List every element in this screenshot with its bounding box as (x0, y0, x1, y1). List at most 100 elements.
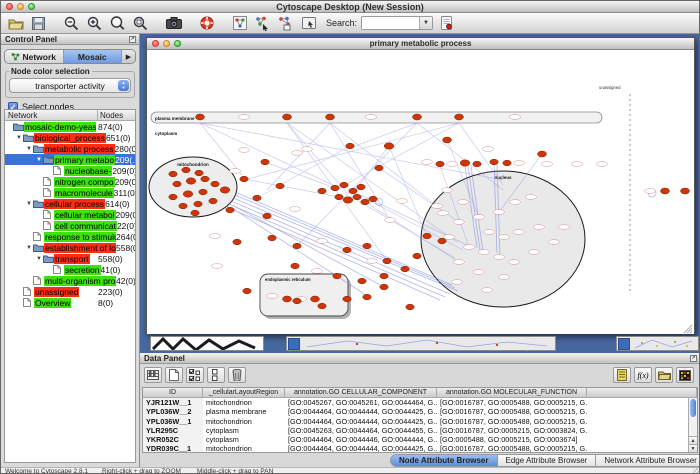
import-attributes-icon[interactable] (655, 367, 673, 383)
table-mode-icon[interactable] (144, 367, 162, 383)
node-color-selection-group: Node color selection transporter activit… (5, 67, 135, 98)
cell-cellular-component: [GO:0045267, GO:0045261, GO:0044464, G..… (285, 398, 437, 407)
open-icon[interactable] (6, 15, 25, 32)
col-molecular-function[interactable]: annotation.GO MOLECULAR_FUNCTION (437, 388, 587, 397)
zoom-button[interactable] (174, 40, 181, 47)
tree-row[interactable]: ▼ biological_process 651(0) (5, 132, 135, 143)
tree-row[interactable]: macromolecule 311(0) (5, 187, 135, 198)
network-view-window[interactable]: primary metabolic process plasma membran… (146, 37, 695, 334)
tree-row[interactable]: ▼ primary metabo 209(... (5, 154, 135, 165)
close-button[interactable] (6, 3, 13, 10)
node-color-dropdown[interactable]: transporter activity ▲▼ (9, 78, 131, 93)
col-cellular-component[interactable]: annotation.GO CELLULAR_COMPONENT (285, 388, 437, 397)
table-row[interactable]: YLR295C cytoplasm [GO:0045263, GO:004446… (143, 426, 697, 435)
tree-row[interactable]: multi-organism pro 42(0) (5, 275, 135, 286)
cell-region: mitochondrion (203, 444, 285, 453)
col-id[interactable]: ID (143, 388, 203, 397)
background-window-overview[interactable] (150, 336, 264, 351)
expand-arrow-icon[interactable]: ▼ (35, 157, 43, 163)
table-row[interactable]: YPL036W__2 plasma membrane [GO:0044464, … (143, 407, 697, 416)
cell-cellular-component: [GO:0044464, GO:0044446, GO:0044444, G..… (285, 435, 437, 444)
tab-network[interactable]: Network (5, 50, 64, 63)
tab-mosaic[interactable]: Mosaic (64, 50, 123, 63)
tab-network-attribute-browser[interactable]: Network Attribute Browser (596, 454, 700, 467)
unselect-attributes-icon[interactable] (207, 367, 225, 383)
float-panel-icon[interactable]: ↗ (690, 355, 697, 362)
delete-attribute-icon[interactable] (228, 367, 246, 383)
attribute-list-icon[interactable] (613, 367, 631, 383)
layout-nodes-icon[interactable] (253, 15, 272, 32)
tab-node-attribute-browser[interactable]: Node Attribute Browser (390, 454, 498, 467)
tree-row[interactable]: cellular metabol 209(0) (5, 209, 135, 220)
tree-row[interactable]: secretion 41(0) (5, 264, 135, 275)
tree-node-icon (43, 254, 54, 263)
scrollbar-thumb[interactable] (690, 399, 696, 417)
select-attributes-icon[interactable] (186, 367, 204, 383)
network-canvas[interactable]: plasma membrane cytoplasm mitochondrion … (147, 50, 694, 334)
zoom-selected-icon[interactable] (131, 15, 150, 32)
tree-row[interactable]: nitrogen compo 209(0) (5, 176, 135, 187)
vizmapper-icon[interactable] (299, 15, 318, 32)
tree-col-nodes[interactable]: Nodes (97, 110, 135, 120)
expand-arrow-icon[interactable]: ▼ (25, 201, 33, 207)
tree-row[interactable]: ▼ metabolic process 280(0) (5, 143, 135, 154)
search-dropdown-icon[interactable]: ▼ (419, 17, 432, 29)
tree-row[interactable]: nucleobase- 209(0) (5, 165, 135, 176)
expand-arrow-icon[interactable]: ▼ (35, 256, 43, 262)
cell-id: YKR052C (143, 435, 203, 444)
expand-arrow-icon[interactable]: ▼ (25, 146, 33, 152)
main-titlebar[interactable]: Cytoscape Desktop (New Session) (1, 1, 699, 13)
col-region[interactable]: _cellularLayoutRegion (203, 388, 285, 397)
background-window-2[interactable] (286, 336, 556, 351)
help-icon[interactable] (197, 15, 216, 32)
cell-id: YLR295C (143, 426, 203, 435)
tree-row[interactable]: mosaic-demo-yeast 874(0) (5, 121, 135, 132)
tree-indent (5, 302, 15, 303)
tab-edge-attribute-browser[interactable]: Edge Attribute Browser (498, 454, 597, 467)
table-row[interactable]: YPL036W__1 mitochondrion [GO:0044464, GO… (143, 417, 697, 426)
tree-col-network[interactable]: Network (5, 110, 97, 120)
network-overview-icon[interactable] (230, 15, 249, 32)
minimize-button[interactable] (163, 40, 170, 47)
expand-arrow-icon[interactable]: ▼ (25, 245, 33, 251)
zoom-fit-icon[interactable] (108, 15, 127, 32)
window-resize-grip[interactable] (693, 468, 700, 474)
background-window-3[interactable] (616, 336, 699, 351)
tree-row[interactable]: ▼ transport 558(0) (5, 253, 135, 264)
tree-node-label: secretion (64, 265, 101, 275)
minimize-button[interactable] (17, 3, 24, 10)
scroll-down-icon[interactable]: ▼ (689, 444, 697, 452)
matrix-icon[interactable] (676, 367, 694, 383)
save-icon[interactable] (29, 15, 48, 32)
snapshot-icon[interactable] (164, 15, 183, 32)
tabs-overflow-arrow[interactable]: ▶ (122, 50, 135, 63)
canvas-resize-grip[interactable] (684, 325, 692, 333)
table-scrollbar[interactable]: ▲ ▼ (688, 398, 697, 452)
table-row[interactable]: YKR052C cytoplasm [GO:0044464, GO:004444… (143, 435, 697, 444)
expand-arrow-icon[interactable]: ▼ (15, 135, 23, 141)
control-panel: Control Panel ↗ Network Mosaic ▶ Node co… (1, 34, 140, 467)
tree-row[interactable]: response to stimulu 264(0) (5, 231, 135, 242)
table-row[interactable]: YDR039C__1 mitochondrion [GO:0044464, GO… (143, 444, 697, 453)
tree-row[interactable]: Overview 8(0) (5, 297, 135, 308)
zoom-out-icon[interactable] (62, 15, 81, 32)
search-input[interactable] (362, 17, 418, 29)
tree-row[interactable]: ▼ cellular process 614(0) (5, 198, 135, 209)
tree-node-count: 8(0) (98, 298, 134, 308)
new-attribute-icon[interactable] (165, 367, 183, 383)
tree-node-icon (53, 265, 64, 274)
network-window-titlebar[interactable]: primary metabolic process (147, 38, 694, 50)
layout-edges-icon[interactable] (276, 15, 295, 32)
search-config-icon[interactable] (437, 15, 456, 32)
zoom-in-icon[interactable] (85, 15, 104, 32)
tree-row[interactable]: cell communicat 22(0) (5, 220, 135, 231)
zoom-button[interactable] (28, 3, 35, 10)
function-builder-icon[interactable]: f(x) (634, 367, 652, 383)
close-button[interactable] (152, 40, 159, 47)
tree-row[interactable]: ▼ establishment of lo 558(0) (5, 242, 135, 253)
tree-row[interactable]: unassigned 223(0) (5, 286, 135, 297)
scroll-up-icon[interactable]: ▲ (689, 436, 697, 444)
table-row[interactable]: YJR121W__1 mitochondrion [GO:0045267, GO… (143, 398, 697, 407)
float-panel-icon[interactable]: ↗ (129, 36, 136, 43)
cell-cellular-component: [GO:0045263, GO:0044464, GO:0044455, G..… (285, 426, 437, 435)
